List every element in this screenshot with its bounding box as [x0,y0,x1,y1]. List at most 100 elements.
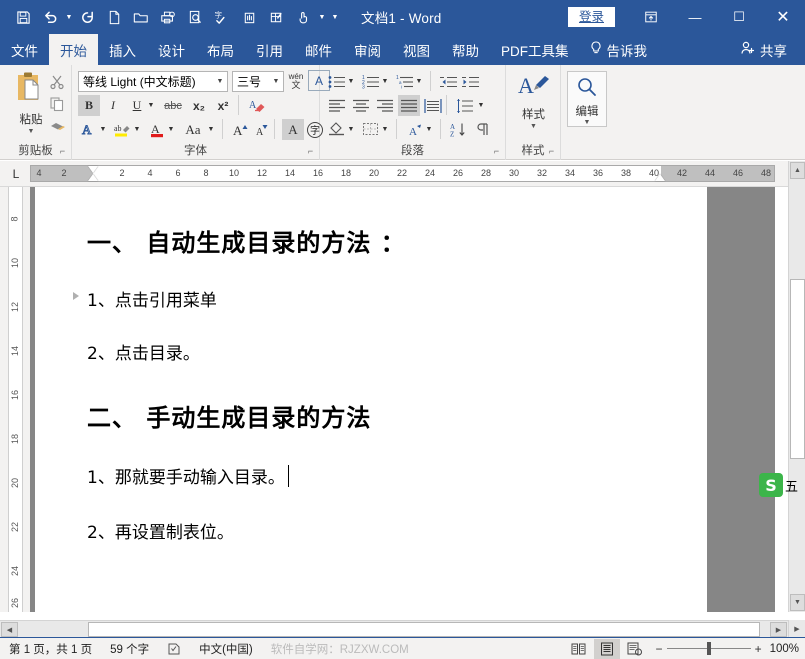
web-layout-view-button[interactable] [622,639,648,659]
clear-formatting-icon[interactable]: A [246,95,268,116]
font-color-caret[interactable]: ▼ [166,119,176,140]
justify-icon[interactable] [398,95,420,116]
paste-dropdown-caret[interactable]: ▼ [28,128,35,135]
highlight-color-button[interactable]: ab [112,119,134,140]
split-window-button[interactable]: ▶ [788,620,805,637]
font-size-combobox[interactable]: 三号 ▼ [232,71,284,92]
tab-mailings[interactable]: 邮件 [294,34,343,65]
multilevel-list-caret[interactable]: ▼ [414,71,424,92]
shading-icon[interactable] [326,119,348,140]
borders-caret[interactable]: ▼ [380,119,390,140]
numbered-list-caret[interactable]: ▼ [380,71,390,92]
align-center-icon[interactable] [350,95,372,116]
undo-icon[interactable] [37,4,63,30]
tab-view[interactable]: 视图 [392,34,441,65]
multilevel-list-icon[interactable]: 1ai [394,71,416,92]
sogou-logo-icon[interactable]: S [759,473,783,497]
bullet-list-caret[interactable]: ▼ [346,71,356,92]
grow-font-button[interactable]: A [230,119,252,140]
tab-pdf-tools[interactable]: PDF工具集 [490,34,580,65]
horizontal-ruler[interactable]: L 4 2 2 4 6 8 10 12 14 16 18 20 22 24 26… [0,161,805,187]
increase-indent-icon[interactable] [460,71,482,92]
zoom-slider[interactable]: − + [656,642,762,656]
spelling-check-icon[interactable]: 字 [209,4,235,30]
vertical-scrollbar[interactable]: ▲ ▼ [788,161,805,612]
phonetic-guide-icon[interactable]: wén 文 [286,70,306,91]
zoom-thumb[interactable] [707,642,711,655]
tab-home[interactable]: 开始 [49,34,98,65]
tab-insert[interactable]: 插入 [98,34,147,65]
strikethrough-button[interactable]: abc [160,95,186,116]
text-effects-button[interactable]: A [78,119,100,140]
draw-table-icon[interactable] [263,4,289,30]
document-body[interactable]: 一、 自动生成目录的方法 ： 1、点击引用菜单 2、点击目录。 二、 手动生成目… [87,201,647,543]
styles-dialog-launcher[interactable]: ⌐ [546,146,557,157]
scroll-down-button[interactable]: ▼ [790,594,805,611]
redo-icon[interactable] [74,4,100,30]
paragraph-dialog-launcher[interactable]: ⌐ [491,146,502,157]
italic-button[interactable]: I [102,95,124,116]
change-case-button[interactable]: Aa [180,119,206,140]
document-line[interactable]: 一、 自动生成目录的方法 ： [87,223,647,258]
first-line-indent-marker[interactable] [88,166,98,173]
highlight-color-caret[interactable]: ▼ [132,119,142,140]
styles-button[interactable]: A 样式 ▼ [506,71,561,130]
horizontal-scroll-thumb[interactable] [88,622,760,637]
copy-icon[interactable] [46,93,68,115]
align-left-icon[interactable] [326,95,348,116]
line-spacing-caret[interactable]: ▼ [476,95,486,116]
horizontal-ruler-track[interactable]: 4 2 2 4 6 8 10 12 14 16 18 20 22 24 26 2… [30,165,775,182]
touch-mouse-mode-icon[interactable] [290,4,316,30]
line-spacing-icon[interactable] [454,95,476,116]
scroll-up-button[interactable]: ▲ [790,162,805,179]
open-folder-icon[interactable] [128,4,154,30]
bold-button[interactable]: B [78,95,100,116]
quick-print-icon[interactable] [155,4,181,30]
sogou-ime-indicator[interactable]: S 五 [759,470,805,500]
decrease-indent-icon[interactable] [438,71,460,92]
word-count[interactable]: 59 个字 [101,641,158,657]
touch-mode-icon[interactable] [236,4,262,30]
zoom-in-button[interactable]: + [755,642,762,656]
zoom-level-label[interactable]: 100% [770,643,799,655]
superscript-button[interactable]: x² [212,95,234,116]
sogou-mode-label[interactable]: 五 [785,476,798,495]
tab-references[interactable]: 引用 [245,34,294,65]
document-canvas[interactable]: 一、 自动生成目录的方法 ： 1、点击引用菜单 2、点击目录。 二、 手动生成目… [30,187,775,612]
hanging-indent-marker[interactable] [88,174,98,181]
change-case-caret[interactable]: ▼ [206,119,216,140]
proofing-errors-icon[interactable] [158,642,190,656]
shading-caret[interactable]: ▼ [346,119,356,140]
font-color-button[interactable]: A [146,119,168,140]
signin-button[interactable]: 登录 [568,7,615,27]
scroll-left-button[interactable]: ◀ [1,622,18,637]
asian-layout-icon[interactable]: A [404,119,426,140]
underline-caret[interactable]: ▼ [146,95,156,116]
tell-me-box[interactable]: 告诉我 [580,34,658,65]
sort-icon[interactable]: AZ [448,119,470,140]
asian-layout-caret[interactable]: ▼ [424,119,434,140]
tab-review[interactable]: 审阅 [343,34,392,65]
print-preview-icon[interactable] [182,4,208,30]
show-formatting-marks-icon[interactable] [472,119,494,140]
close-button[interactable]: ✕ [761,0,805,34]
print-layout-view-button[interactable] [594,639,620,659]
zoom-out-button[interactable]: − [656,642,663,656]
ribbon-display-options-icon[interactable] [629,0,673,34]
horizontal-scrollbar[interactable]: ◀ ▶ [0,620,788,637]
font-name-caret[interactable]: ▼ [213,78,227,85]
undo-dropdown-caret[interactable]: ▼ [64,4,74,30]
cut-icon[interactable] [46,71,68,93]
scroll-right-button[interactable]: ▶ [770,622,787,637]
touch-mode-dropdown-caret[interactable]: ▼ [317,4,327,30]
tab-design[interactable]: 设计 [147,34,196,65]
zoom-track[interactable] [667,648,751,649]
character-shading-button[interactable]: A [282,119,304,140]
document-line[interactable]: 1、点击引用菜单 [87,286,647,311]
customize-qat-caret[interactable]: ▼ [327,4,343,30]
format-painter-icon[interactable] [46,115,68,137]
font-name-combobox[interactable]: 等线 Light (中文标题) ▼ [78,71,228,92]
read-mode-view-button[interactable] [566,639,592,659]
tab-layout[interactable]: 布局 [196,34,245,65]
tab-stop-selector[interactable]: L [6,165,26,183]
